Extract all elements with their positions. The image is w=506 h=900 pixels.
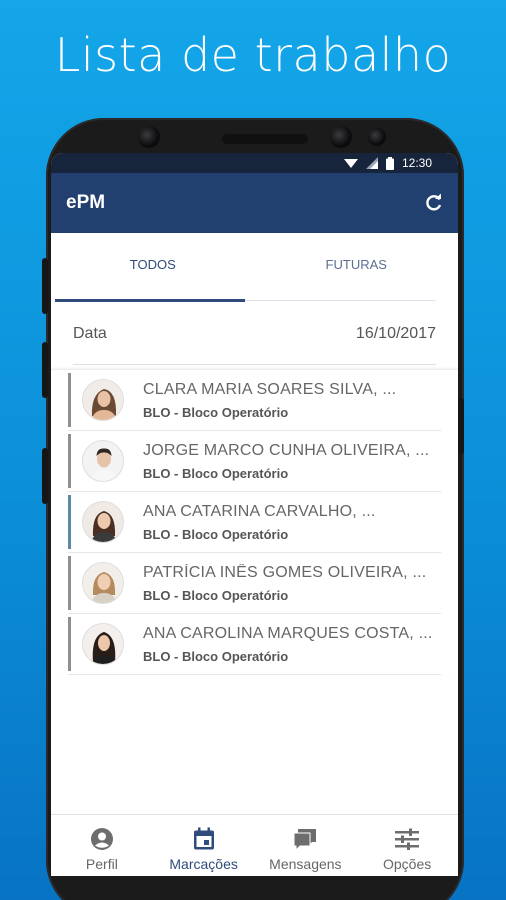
status-bar-marker [68,373,71,427]
list-item[interactable]: JORGE MARCO CUNHA OLIVEIRA, ... BLO - Bl… [68,431,441,492]
volume-down-button [42,342,48,398]
bottom-navigation: Perfil Marcações Mensagens Opções [51,814,458,876]
status-bar-marker [68,556,71,610]
nav-marcacoes[interactable]: Marcações [153,815,255,876]
app-title: ePM [66,192,106,213]
tab-futuras[interactable]: FUTURAS [255,233,459,303]
list-item[interactable]: ANA CATARINA CARVALHO, ... BLO - Bloco O… [68,492,441,553]
bixby-button [42,448,48,504]
avatar [82,501,124,543]
date-label: Data [73,324,107,342]
date-value: 16/10/2017 [355,324,436,342]
department: BLO - Bloco Operatório [143,526,289,542]
person-photo-icon [83,502,123,542]
nav-label: Opções [383,856,432,872]
messages-icon [293,829,317,851]
status-bar: 12:30 [51,153,458,173]
person-photo-icon [83,441,123,481]
signal-icon [365,157,378,169]
list-item[interactable]: CLARA MARIA SOARES SILVA, ... BLO - Bloc… [68,370,441,431]
tab-active-indicator [55,299,245,302]
power-button [458,398,464,454]
calendar-icon [193,827,214,850]
status-time: 12:30 [401,156,432,170]
promo-headline: Lista de trabalho [54,28,452,82]
nav-mensagens[interactable]: Mensagens [255,815,357,876]
avatar [82,379,124,421]
patient-name: ANA CATARINA CARVALHO, ... [143,502,376,520]
avatar [82,562,124,604]
department: BLO - Bloco Operatório [143,648,289,664]
volume-up-button [42,258,48,314]
battery-icon [385,156,394,170]
person-photo-icon [83,380,123,420]
tab-bar: TODOS FUTURAS [51,233,458,303]
list-item[interactable]: PATRÍCIA INÊS GOMES OLIVEIRA, ... BLO - … [68,553,441,614]
wifi-icon [343,159,358,168]
sensor [330,126,352,148]
refresh-icon[interactable] [424,193,444,213]
status-bar-marker [68,434,71,488]
settings-sliders-icon [395,828,420,850]
nav-opcoes[interactable]: Opções [356,815,458,876]
earpiece-speaker [222,134,308,144]
status-bar-marker [68,495,71,549]
app-bar: ePM [51,173,458,233]
worklist: CLARA MARIA SOARES SILVA, ... BLO - Bloc… [51,369,458,675]
nav-label: Marcações [169,856,238,872]
patient-name: CLARA MARIA SOARES SILVA, ... [143,380,397,398]
patient-name: JORGE MARCO CUNHA OLIVEIRA, ... [143,441,430,459]
front-camera [138,126,160,148]
department: BLO - Bloco Operatório [143,465,289,481]
avatar [82,623,124,665]
nav-perfil[interactable]: Perfil [51,815,153,876]
nav-label: Perfil [85,856,118,872]
person-photo-icon [83,624,123,664]
profile-icon [90,828,113,850]
patient-name: PATRÍCIA INÊS GOMES OLIVEIRA, ... [143,563,427,581]
person-photo-icon [83,563,123,603]
date-filter[interactable]: Data 16/10/2017 [73,303,436,365]
nav-label: Mensagens [269,856,342,872]
status-bar-marker [68,617,71,671]
department: BLO - Bloco Operatório [143,587,289,603]
tab-todos[interactable]: TODOS [51,233,255,303]
app-screen: 12:30 ePM TODOS FUTURAS Data 16/10/2017 [51,153,458,876]
sensor-2 [368,128,386,146]
patient-name: ANA CAROLINA MARQUES COSTA, ... [143,624,433,642]
avatar [82,440,124,482]
list-item[interactable]: ANA CAROLINA MARQUES COSTA, ... BLO - Bl… [68,614,441,675]
department: BLO - Bloco Operatório [143,404,289,420]
